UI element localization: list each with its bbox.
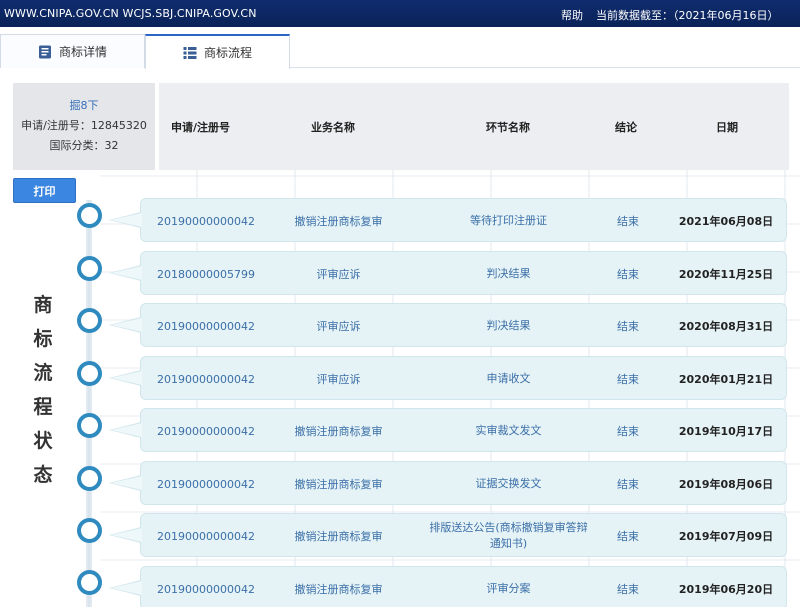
title-char: 状 bbox=[33, 430, 53, 452]
timeline-row: 20190000000042 评审应诉 申请收文 结束 2020年01月21日 bbox=[109, 356, 787, 400]
timeline-row: 20190000000042 评审应诉 判决结果 结束 2020年08月31日 bbox=[109, 303, 787, 347]
business-name: 撤销注册商标复审 bbox=[294, 425, 383, 438]
process-status-title: 商 标 流 程 状 态 bbox=[32, 288, 54, 492]
result: 结束 bbox=[617, 373, 639, 386]
date: 2019年07月09日 bbox=[678, 530, 774, 543]
timeline-dot bbox=[77, 203, 102, 228]
print-button[interactable]: 打印 bbox=[13, 178, 76, 203]
title-char: 标 bbox=[33, 328, 53, 350]
reg-number: 20190000000042 bbox=[157, 214, 255, 228]
result: 结束 bbox=[617, 583, 639, 596]
reg-number: 20190000000042 bbox=[157, 582, 255, 596]
list-icon bbox=[183, 46, 197, 59]
business-name: 撤销注册商标复审 bbox=[294, 215, 383, 228]
step-name: 排版送达公告(商标撤销复审答辩通知书) bbox=[429, 521, 588, 550]
tab-trademark-process[interactable]: 商标流程 bbox=[145, 34, 290, 69]
timeline-dot bbox=[77, 256, 102, 281]
trademark-info-box: 掘8下 申请/注册号：12845320 国际分类：32 bbox=[13, 83, 155, 170]
step-name: 判决结果 bbox=[486, 319, 531, 332]
business-name: 撤销注册商标复审 bbox=[294, 530, 383, 543]
timeline-row: 20190000000042 撤销注册商标复审 证据交换发文 结束 2019年0… bbox=[109, 461, 787, 505]
registration-number: 申请/注册号：12845320 bbox=[21, 119, 147, 132]
date: 2019年06月20日 bbox=[678, 583, 774, 596]
column-header-step: 环节名称 bbox=[486, 121, 530, 134]
result: 结束 bbox=[617, 478, 639, 491]
step-name: 证据交换发文 bbox=[475, 477, 542, 490]
title-char: 商 bbox=[33, 294, 53, 316]
column-header-result: 结论 bbox=[615, 121, 637, 134]
result: 结束 bbox=[617, 215, 639, 228]
timeline-row: 20180000005799 评审应诉 判决结果 结束 2020年11月25日 bbox=[109, 251, 787, 295]
step-name: 等待打印注册证 bbox=[470, 214, 547, 227]
column-header-date: 日期 bbox=[716, 121, 738, 134]
reg-number: 20180000005799 bbox=[157, 267, 255, 281]
timeline-dot bbox=[77, 466, 102, 491]
data-as-of: 当前数据截至：（2021年06月16日） bbox=[596, 9, 779, 22]
timeline-dot bbox=[77, 518, 102, 543]
timeline-dot bbox=[77, 308, 102, 333]
date: 2019年08月06日 bbox=[678, 478, 774, 491]
reg-number: 20190000000042 bbox=[157, 319, 255, 333]
title-char: 流 bbox=[33, 362, 53, 384]
trademark-name: 掘8下 bbox=[69, 99, 99, 112]
tab-label: 商标详情 bbox=[58, 45, 107, 59]
step-name: 申请收文 bbox=[486, 372, 531, 385]
top-bar: WWW.CNIPA.GOV.CN WCJS.SBJ.CNIPA.GOV.CN 帮… bbox=[0, 0, 800, 27]
timeline-row: 20190000000042 撤销注册商标复审 排版送达公告(商标撤销复审答辩通… bbox=[109, 513, 787, 557]
date: 2020年11月25日 bbox=[678, 268, 774, 281]
result: 结束 bbox=[617, 425, 639, 438]
tab-label: 商标流程 bbox=[203, 46, 252, 60]
result: 结束 bbox=[617, 268, 639, 281]
title-char: 态 bbox=[33, 464, 53, 486]
timeline-dot bbox=[77, 413, 102, 438]
date: 2020年08月31日 bbox=[678, 320, 774, 333]
date: 2021年06月08日 bbox=[678, 215, 774, 228]
reg-number: 20190000000042 bbox=[157, 424, 255, 438]
timeline-row: 20190000000042 撤销注册商标复审 实审裁文发文 结束 2019年1… bbox=[109, 408, 787, 452]
business-name: 评审应诉 bbox=[316, 320, 361, 333]
business-name: 撤销注册商标复审 bbox=[294, 583, 383, 596]
column-header-business: 业务名称 bbox=[311, 121, 355, 134]
help-link[interactable]: 帮助 bbox=[561, 7, 583, 23]
timeline-dot bbox=[77, 570, 102, 595]
business-name: 撤销注册商标复审 bbox=[294, 478, 383, 491]
tab-bar: 商标详情 商标流程 bbox=[0, 34, 800, 69]
timeline-dot bbox=[77, 361, 102, 386]
date: 2019年10月17日 bbox=[678, 425, 774, 438]
timeline-row: 20190000000042 撤销注册商标复审 等待打印注册证 结束 2021年… bbox=[109, 198, 787, 242]
reg-number: 20190000000042 bbox=[157, 529, 255, 543]
column-header-reg-no: 申请/注册号 bbox=[171, 121, 231, 134]
table-header: 申请/注册号 业务名称 环节名称 结论 日期 bbox=[159, 83, 789, 170]
title-char: 程 bbox=[33, 396, 53, 418]
timeline-row: 20190000000042 撤销注册商标复审 评审分案 结束 2019年06月… bbox=[109, 566, 787, 607]
step-name: 判决结果 bbox=[486, 267, 531, 280]
step-name: 评审分案 bbox=[486, 582, 531, 595]
tab-trademark-details[interactable]: 商标详情 bbox=[0, 34, 145, 68]
date: 2020年01月21日 bbox=[678, 373, 774, 386]
international-class: 国际分类：32 bbox=[49, 139, 119, 152]
step-name: 实审裁文发文 bbox=[475, 424, 542, 437]
result: 结束 bbox=[617, 530, 639, 543]
business-name: 评审应诉 bbox=[316, 268, 361, 281]
document-icon bbox=[38, 45, 51, 58]
site-links[interactable]: WWW.CNIPA.GOV.CN WCJS.SBJ.CNIPA.GOV.CN bbox=[4, 7, 257, 20]
business-name: 评审应诉 bbox=[316, 373, 361, 386]
reg-number: 20190000000042 bbox=[157, 477, 255, 491]
result: 结束 bbox=[617, 320, 639, 333]
reg-number: 20190000000042 bbox=[157, 372, 255, 386]
